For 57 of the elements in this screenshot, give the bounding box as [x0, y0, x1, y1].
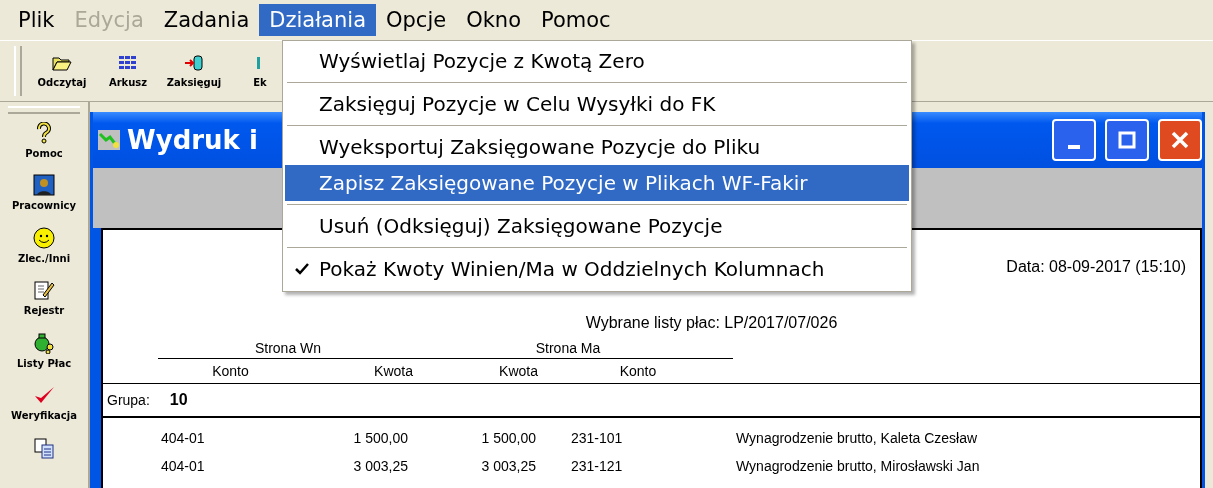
arrow-into-cylinder-icon	[184, 54, 204, 71]
toolbar-button[interactable]: Zaksięguj	[162, 43, 226, 99]
sidebar-button[interactable]: Zlec./Inni	[2, 226, 86, 280]
close-icon	[1170, 130, 1190, 150]
toolbar-grip[interactable]	[14, 46, 22, 96]
column-header: Konto	[618, 363, 658, 379]
table-cell-text: 231-121	[570, 458, 624, 474]
menu-item[interactable]: Pomoc	[531, 4, 621, 36]
table-cell: Wynagrodzenie brutto, Mirosławski Jan	[736, 458, 980, 474]
menu-item[interactable]: Okno	[456, 4, 532, 36]
close-button[interactable]	[1158, 119, 1202, 161]
sidebar-button[interactable]: Pomoc	[2, 121, 86, 175]
app-icon	[97, 129, 121, 151]
table-cell-text: 231-101	[570, 430, 624, 446]
column-group-header: Strona Wn	[253, 340, 323, 356]
table-cell-text: 3 003,25	[352, 458, 408, 474]
group-value: 10	[169, 391, 188, 409]
check-mark-icon	[295, 262, 309, 276]
table-cell: Wynagrodzenie brutto, Kaleta Czesław	[736, 430, 978, 446]
column-header: Kwota	[373, 363, 413, 379]
sidebar-button[interactable]: Listy Płac	[2, 331, 86, 385]
window-title: Wydruk i	[127, 125, 258, 155]
table-cell-text: 404-01	[161, 430, 206, 446]
report-date: Data: 08-09-2017 (15:10)	[1006, 258, 1186, 276]
toolbar-button[interactable]: Arkusz	[96, 43, 160, 99]
column-header: Konto	[211, 363, 250, 379]
table-cell-text: 3 003,25	[480, 458, 536, 474]
person-icon	[33, 174, 55, 197]
menu-item[interactable]: Zadania	[153, 4, 260, 36]
document-pencil-icon	[33, 279, 55, 302]
column-group-header: Strona Ma	[534, 340, 602, 356]
copy-icon	[33, 436, 55, 459]
minimize-button[interactable]	[1052, 119, 1096, 161]
folder-icon	[52, 54, 72, 71]
column-header: Kwota	[498, 363, 538, 379]
menu-item[interactable]: Pokaż Kwoty Winien/Ma w Oddzielnych Kolumnach	[285, 251, 909, 287]
toolbar-button[interactable]: Odczytaj	[30, 43, 94, 99]
maximize-icon	[1118, 131, 1136, 149]
menu-item[interactable]: Działania	[259, 4, 376, 36]
menu-item[interactable]: Plik	[8, 4, 65, 36]
table-cell-text: 404-01	[161, 458, 206, 474]
menu-item[interactable]: Zapisz Zaksięgowane Pozycje w Plikach WF-Fakir	[285, 165, 909, 201]
menu-item[interactable]: Opcje	[376, 4, 457, 36]
minimize-icon	[1068, 145, 1080, 149]
sidebar-button[interactable]: Weryfikacja	[2, 384, 86, 437]
table-cell-text: 1 500,00	[352, 430, 408, 446]
grid-icon	[118, 54, 138, 71]
table-cell-text: 1 500,00	[480, 430, 536, 446]
menu-item[interactable]: Usuń (Odksięguj) Zaksięgowane Pozycje	[285, 208, 909, 244]
sidebar-button[interactable]: Pracownicy	[2, 174, 86, 227]
report-subtitle: Wybrane listy płac: LP/2017/07/026	[585, 314, 838, 332]
maximize-button[interactable]	[1105, 119, 1149, 161]
smiley-icon	[33, 226, 55, 249]
sidebar-button[interactable]: Rejestr	[2, 279, 86, 332]
money-bag-icon	[33, 331, 55, 354]
group-label: Grupa:	[107, 392, 150, 408]
menu-item[interactable]: Wyeksportuj Zaksięgowane Pozycje do Pliku	[285, 129, 909, 165]
